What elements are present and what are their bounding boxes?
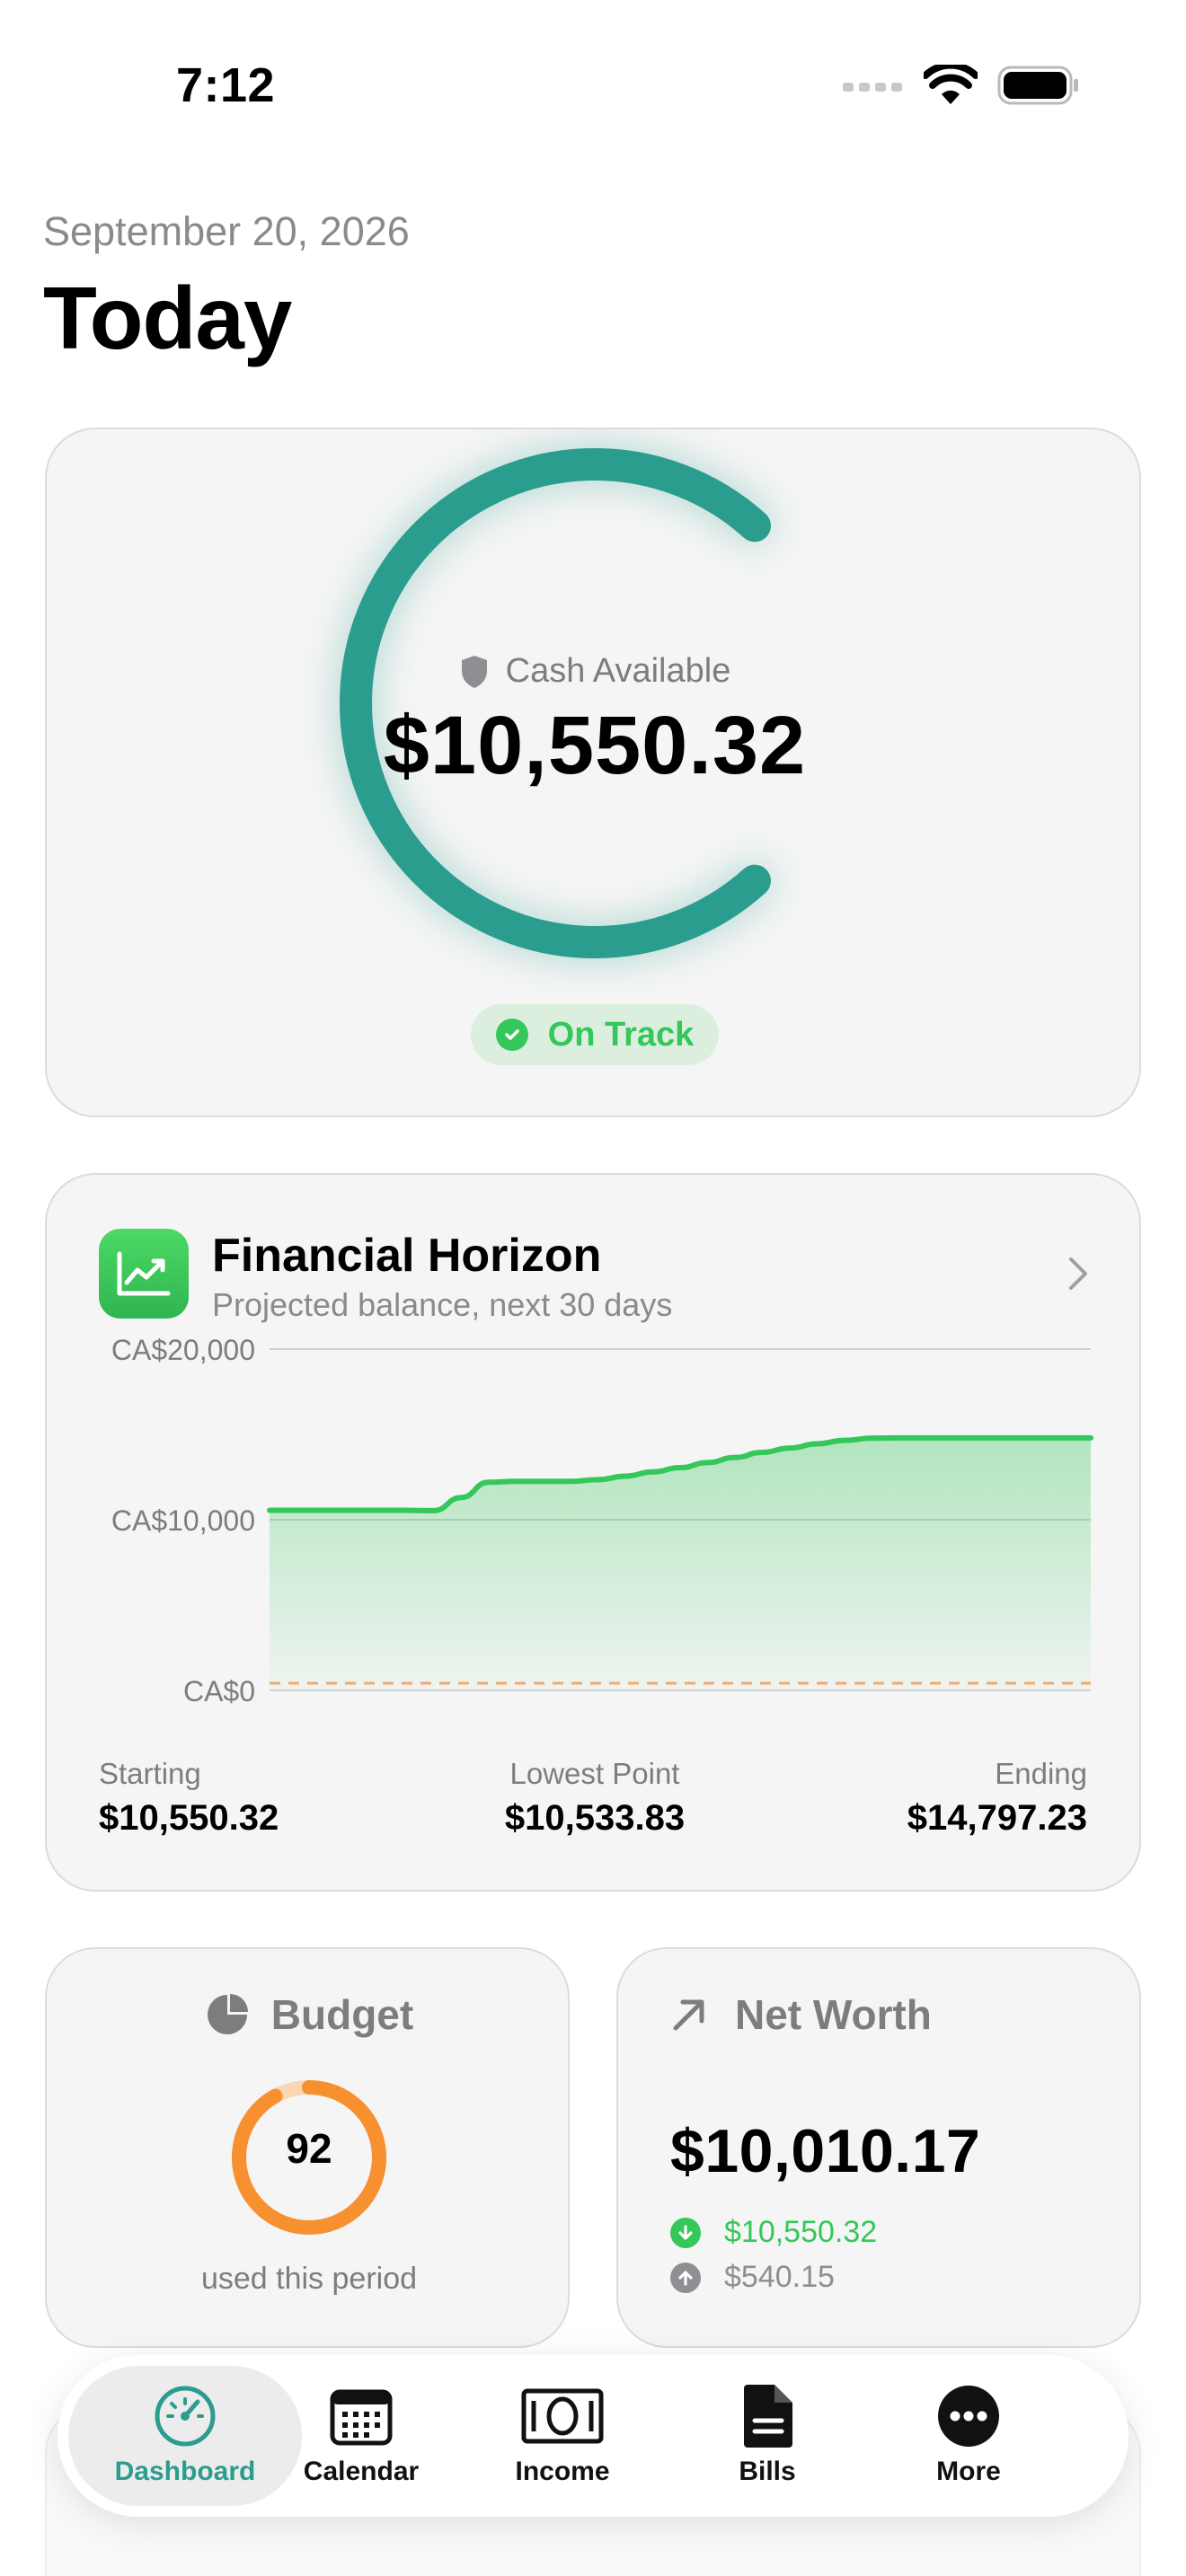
cash-available-amount: $10,550.32 xyxy=(383,700,807,791)
tab-bar: Dashboard Calendar Income Bills More xyxy=(58,2355,1128,2517)
budget-title: Budget xyxy=(270,1991,414,2038)
net-worth-title: Net Worth xyxy=(735,1991,932,2038)
budget-caption: used this period xyxy=(200,2262,418,2296)
assets-row: $10,550.32 xyxy=(670,2215,877,2250)
cash-available-text: Cash Available xyxy=(505,652,731,690)
wifi-icon xyxy=(924,65,978,104)
tab-calendar-label: Calendar xyxy=(303,2457,420,2486)
document-icon xyxy=(740,2385,794,2448)
chart-trend-icon xyxy=(99,1229,189,1319)
date-label: September 20, 2026 xyxy=(43,208,410,254)
speedometer-icon xyxy=(153,2385,217,2448)
budget-header: Budget xyxy=(47,1990,571,2039)
shield-icon xyxy=(461,655,487,688)
tab-dashboard[interactable]: Dashboard xyxy=(68,2366,302,2506)
arrow-up-right-icon xyxy=(673,1999,704,2031)
chart-y-tick-label: CA$20,000 xyxy=(111,1337,255,1366)
chevron-right-icon[interactable] xyxy=(1067,1256,1089,1292)
chart-y-tick-label: CA$0 xyxy=(183,1675,255,1707)
status-time: 7:12 xyxy=(176,58,276,112)
battery-icon xyxy=(997,66,1078,105)
chart-area xyxy=(270,1437,1091,1690)
horizon-title: Financial Horizon xyxy=(212,1230,602,1282)
tab-bills-label: Bills xyxy=(739,2457,796,2486)
cash-available-label: Cash Available xyxy=(47,652,1143,691)
on-track-text: On Track xyxy=(547,1015,695,1054)
ending-stat: Ending $14,797.23 xyxy=(907,1757,1087,1839)
net-worth-header: Net Worth xyxy=(670,1990,932,2039)
ending-label: Ending xyxy=(995,1757,1087,1790)
page-title: Today xyxy=(43,269,292,367)
budget-card[interactable]: Budget 92 used this period xyxy=(45,1947,570,2348)
financial-horizon-card[interactable]: Financial Horizon Projected balance, nex… xyxy=(45,1173,1141,1892)
budget-percent-value: 92 xyxy=(286,2125,332,2172)
tab-income-label: Income xyxy=(515,2457,610,2486)
ellipsis-icon xyxy=(936,2385,1001,2448)
calendar-icon xyxy=(330,2385,393,2448)
tab-calendar[interactable]: Calendar xyxy=(271,2366,451,2506)
liabilities-value: $540.15 xyxy=(724,2260,835,2294)
checkmark-icon xyxy=(495,1019,528,1051)
cash-available-card[interactable]: Cash Available $10,550.32 On Track xyxy=(45,428,1141,1117)
cellular-signal-icon xyxy=(843,83,902,92)
tab-more[interactable]: More xyxy=(879,2366,1058,2506)
status-bar: 7:12 xyxy=(0,0,1186,171)
horizon-chart: CA$20,000 CA$10,000 CA$0 xyxy=(111,1337,1093,1707)
arrow-up-circle-icon xyxy=(670,2262,701,2293)
ending-value: $14,797.23 xyxy=(907,1798,1087,1838)
assets-value: $10,550.32 xyxy=(724,2215,878,2249)
net-worth-card[interactable]: Net Worth $10,010.17 $10,550.32 $540.15 xyxy=(616,1947,1141,2348)
tab-more-label: More xyxy=(936,2457,1001,2486)
arrow-down-circle-icon xyxy=(670,2217,701,2248)
tab-income[interactable]: Income xyxy=(473,2366,652,2506)
on-track-badge: On Track xyxy=(471,1004,719,1065)
pie-chart-icon xyxy=(207,1994,248,2034)
chart-y-tick-label: CA$10,000 xyxy=(111,1504,255,1537)
banknote-icon xyxy=(521,2385,604,2448)
horizon-subtitle: Projected balance, next 30 days xyxy=(212,1286,673,1323)
net-worth-value: $10,010.17 xyxy=(670,2117,981,2185)
status-icons xyxy=(843,65,1080,106)
tab-bills[interactable]: Bills xyxy=(677,2366,857,2506)
tab-dashboard-label: Dashboard xyxy=(114,2457,256,2486)
liabilities-row: $540.15 xyxy=(670,2260,835,2295)
